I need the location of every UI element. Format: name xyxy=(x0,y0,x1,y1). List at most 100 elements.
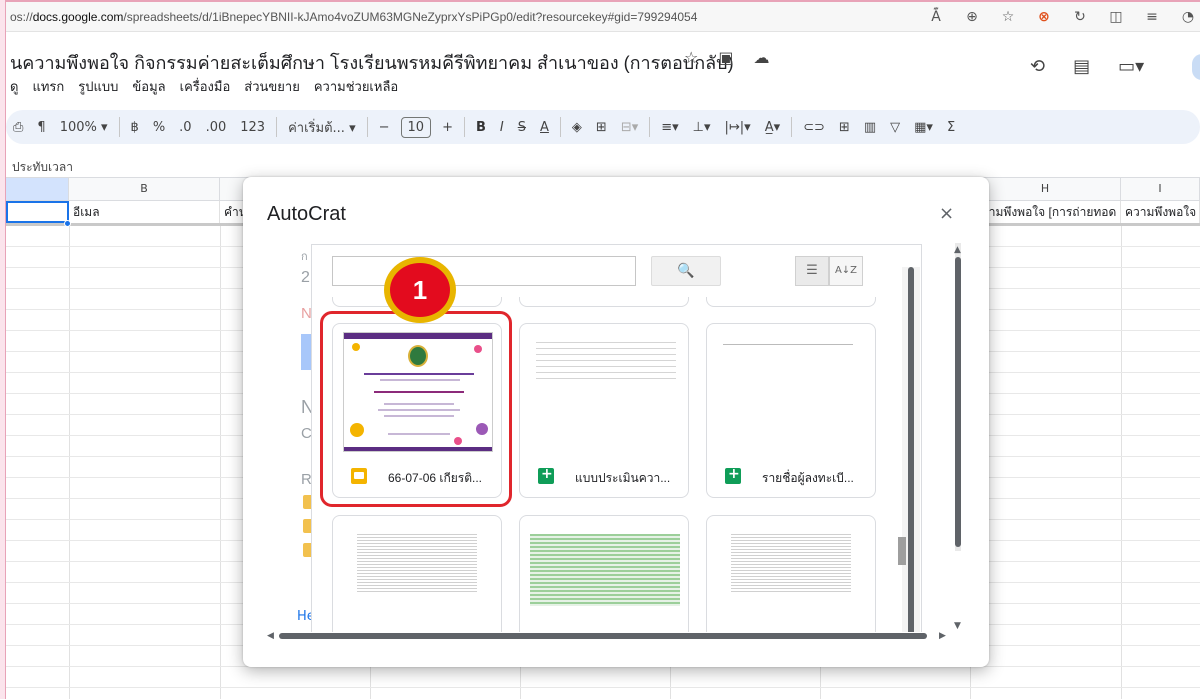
sheet-thumbnail xyxy=(717,524,867,632)
move-folder-icon[interactable]: ▣ xyxy=(718,48,733,67)
sheets-file-icon xyxy=(725,466,741,484)
insert-link-icon[interactable]: ⊂⊃ xyxy=(803,120,825,135)
dialog-scrollbar[interactable] xyxy=(955,257,961,547)
font-size-decrease-button[interactable]: − xyxy=(379,120,390,135)
star-icon[interactable]: ☆ xyxy=(684,48,698,67)
cloud-status-icon[interactable]: ☁ xyxy=(753,48,769,67)
sheet-preview xyxy=(530,332,680,452)
extension-icon[interactable]: ⊗ xyxy=(1036,9,1052,25)
percent-format-button[interactable]: % xyxy=(153,120,165,135)
previous-row-card xyxy=(519,297,689,307)
menu-bar: ดู แทรก รูปแบบ ข้อมูล เครื่องมือ ส่วนขยา… xyxy=(10,76,398,97)
menu-insert[interactable]: แทรก xyxy=(32,76,64,97)
url-prefix: os:// xyxy=(10,9,33,24)
sheet-thumbnail xyxy=(717,332,867,452)
filter-views-icon[interactable]: ▦▾ xyxy=(914,120,933,135)
scroll-up-icon[interactable]: ▲ xyxy=(954,245,961,255)
version-history-icon[interactable]: ⟲ xyxy=(1030,56,1045,77)
text-rotation-icon[interactable]: A̲▾ xyxy=(765,120,780,135)
file-card[interactable] xyxy=(706,515,876,632)
file-card[interactable] xyxy=(519,515,689,632)
number-format-button[interactable]: 123 xyxy=(240,120,265,135)
sort-button[interactable]: A↓Z xyxy=(829,256,863,286)
picker-scrollbar[interactable] xyxy=(908,267,914,632)
picker-scroll-thumb[interactable] xyxy=(898,537,906,565)
text-wrap-icon[interactable]: |↦|▾ xyxy=(725,120,751,135)
background-text: ก xyxy=(301,251,308,263)
functions-icon[interactable]: Σ xyxy=(947,120,955,135)
column-header-a[interactable] xyxy=(6,178,69,200)
menu-data[interactable]: ข้อมูล xyxy=(132,76,165,97)
selected-cell[interactable] xyxy=(6,201,69,223)
zoom-icon[interactable]: ⊕ xyxy=(964,9,980,25)
zoom-select[interactable]: 100% ▾ xyxy=(60,120,108,135)
column-header-b[interactable]: B xyxy=(69,178,220,200)
preview-line xyxy=(536,360,676,361)
font-select[interactable]: ค่าเริ่มต้... ▾ xyxy=(288,117,356,138)
menu-tools[interactable]: เครื่องมือ xyxy=(180,76,231,97)
italic-icon[interactable]: I xyxy=(500,120,504,135)
fill-color-icon[interactable]: ◈ xyxy=(572,120,582,135)
favorites-list-icon[interactable]: ≡ xyxy=(1144,9,1160,25)
bold-icon[interactable]: B xyxy=(476,120,486,135)
cell-i-header[interactable]: ความพึงพอใจ xyxy=(1121,201,1200,223)
insert-chart-icon[interactable]: ▥ xyxy=(864,120,876,135)
borders-icon[interactable]: ⊞ xyxy=(596,120,607,135)
refresh-icon[interactable]: ↻ xyxy=(1072,9,1088,25)
file-card[interactable] xyxy=(332,515,502,632)
font-size-input[interactable]: 10 xyxy=(400,116,432,138)
filter-icon[interactable]: ▽ xyxy=(890,120,900,135)
merge-cells-icon[interactable]: ⊟▾ xyxy=(621,120,638,135)
menu-extensions[interactable]: ส่วนขยาย xyxy=(244,76,300,97)
search-button[interactable]: 🔍 xyxy=(651,256,721,286)
font-value: ค่าเริ่มต้... xyxy=(288,120,345,136)
split-screen-icon[interactable]: ◫ xyxy=(1108,9,1124,25)
search-input[interactable] xyxy=(332,256,636,286)
scroll-right-icon[interactable]: ▶ xyxy=(939,631,946,641)
browser-address-bar[interactable]: os://docs.google.com/spreadsheets/d/1iBn… xyxy=(6,2,1200,32)
menu-format[interactable]: รูปแบบ xyxy=(78,76,118,97)
favorite-star-icon[interactable]: ☆ xyxy=(1000,9,1016,25)
decrease-decimal-button[interactable]: .0 xyxy=(179,120,191,135)
currency-format-button[interactable]: ฿ xyxy=(131,120,139,135)
preview-line xyxy=(536,378,676,379)
cell-h-header[interactable]: ความพึงพอใจ [การถ่ายทอด xyxy=(970,201,1121,223)
preview-line xyxy=(536,366,676,367)
paint-format-icon[interactable]: ¶ xyxy=(37,120,45,135)
dialog-horizontal-scrollbar[interactable] xyxy=(279,633,927,639)
menu-help[interactable]: ความช่วยเหลือ xyxy=(314,76,398,97)
meet-icon[interactable]: ▭▾ xyxy=(1118,56,1144,77)
file-card-registration[interactable]: รายชื่อผู้ลงทะเบี... xyxy=(706,323,876,498)
avatar[interactable] xyxy=(1192,54,1200,80)
scroll-down-icon[interactable]: ▼ xyxy=(954,621,961,631)
preview-line xyxy=(536,372,676,373)
horizontal-align-icon[interactable]: ≡▾ xyxy=(661,120,678,135)
strikethrough-icon[interactable]: S xyxy=(518,120,526,135)
screenshot-frame-left xyxy=(0,0,6,699)
increase-decimal-button[interactable]: .00 xyxy=(206,120,227,135)
background-button xyxy=(301,334,311,370)
profile-icon[interactable]: ◔ xyxy=(1180,9,1196,25)
list-view-button[interactable]: ☰ xyxy=(795,256,829,286)
close-icon[interactable]: × xyxy=(939,203,954,224)
step-number: 1 xyxy=(390,263,450,317)
file-card-evaluation[interactable]: แบบประเมินควา... xyxy=(519,323,689,498)
dialog-title: AutoCrat xyxy=(267,203,346,225)
toolbar-divider xyxy=(463,117,465,137)
scroll-left-icon[interactable]: ◀ xyxy=(267,631,274,641)
column-header-h[interactable]: H xyxy=(970,178,1121,200)
formula-bar-content[interactable]: ประทับเวลา xyxy=(12,158,73,177)
column-header-i[interactable]: I xyxy=(1121,178,1200,200)
insert-comment-icon[interactable]: ⊞ xyxy=(839,120,850,135)
text-color-icon[interactable]: A xyxy=(540,120,549,135)
read-aloud-icon[interactable]: A͊ xyxy=(928,9,944,25)
vertical-align-icon[interactable]: ⊥▾ xyxy=(693,120,711,135)
comments-icon[interactable]: ▤ xyxy=(1073,56,1090,77)
cell-email-header[interactable]: อีเมล xyxy=(69,201,220,223)
document-title[interactable]: นความพึงพอใจ กิจกรรมค่ายสะเต็มศึกษา โรงเ… xyxy=(10,48,734,77)
print-icon[interactable]: ⎙ xyxy=(13,120,23,135)
url-text[interactable]: os://docs.google.com/spreadsheets/d/1iBn… xyxy=(6,10,906,24)
font-size-increase-button[interactable]: + xyxy=(442,120,453,135)
toolbar-divider xyxy=(791,117,793,137)
menu-view[interactable]: ดู xyxy=(10,76,18,97)
